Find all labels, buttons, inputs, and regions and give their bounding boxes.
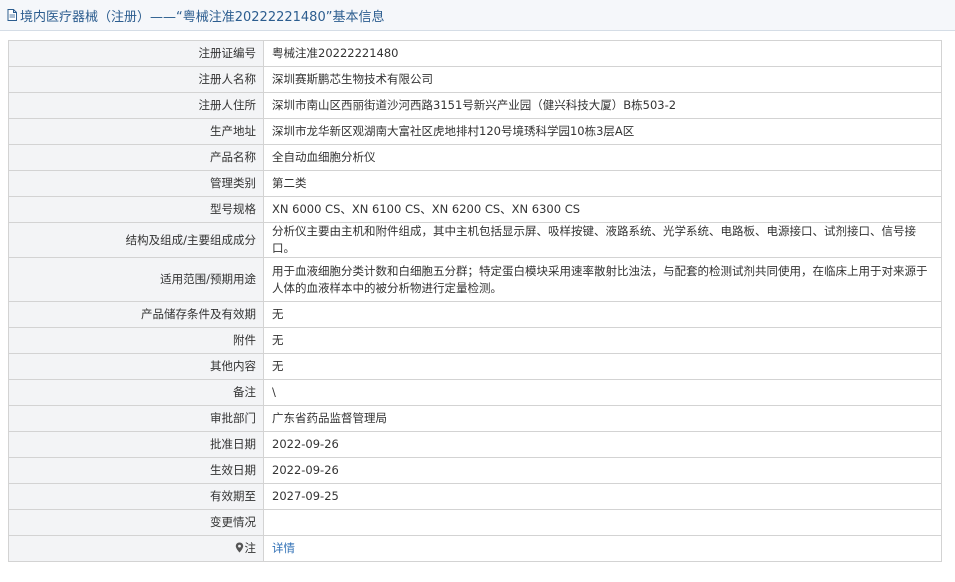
page-header: 境内医疗器械（注册）——“粤械注准20222221480”基本信息: [0, 0, 955, 31]
row-label: 批准日期: [8, 431, 264, 458]
table-row: 审批部门 广东省药品监督管理局: [8, 405, 942, 432]
row-label: 审批部门: [8, 405, 264, 432]
table-row: 管理类别 第二类: [8, 170, 942, 197]
page: 境内医疗器械（注册）——“粤械注准20222221480”基本信息 注册证编号 …: [0, 0, 955, 582]
table-row: 适用范围/预期用途 用于血液细胞分类计数和白细胞五分群；特定蛋白模块采用速率散射…: [8, 257, 942, 302]
row-label: 注册人名称: [8, 66, 264, 93]
row-value: 2022-09-26: [263, 431, 942, 458]
table-row: 产品储存条件及有效期 无: [8, 301, 942, 328]
row-value: 2022-09-26: [263, 457, 942, 484]
table-row: 注册人名称 深圳赛斯鹏芯生物技术有限公司: [8, 66, 942, 93]
table-row: 生产地址 深圳市龙华新区观湖南大富社区虎地排村120号境琇科学园10栋3层A区: [8, 118, 942, 145]
row-value: 深圳赛斯鹏芯生物技术有限公司: [263, 66, 942, 93]
page-title: 境内医疗器械（注册）——“粤械注准20222221480”基本信息: [20, 9, 385, 25]
row-value: 无: [263, 327, 942, 354]
row-value: 无: [263, 301, 942, 328]
row-value: 分析仪主要由主机和附件组成，其中主机包括显示屏、吸样按键、液路系统、光学系统、电…: [263, 222, 942, 258]
document-icon: [7, 9, 17, 21]
row-label: 结构及组成/主要组成成分: [8, 222, 264, 258]
row-value: 深圳市龙华新区观湖南大富社区虎地排村120号境琇科学园10栋3层A区: [263, 118, 942, 145]
table-row: 备注 \: [8, 379, 942, 406]
row-value: 深圳市南山区西丽街道沙河西路3151号新兴产业园（健兴科技大厦）B栋503-2: [263, 92, 942, 119]
row-value: 广东省药品监督管理局: [263, 405, 942, 432]
table-row: 批准日期 2022-09-26: [8, 431, 942, 458]
row-label: 管理类别: [8, 170, 264, 197]
row-value: [263, 509, 942, 536]
pin-icon: [235, 541, 244, 553]
table-row: 注册证编号 粤械注准20222221480: [8, 40, 942, 67]
row-value: XN 6000 CS、XN 6100 CS、XN 6200 CS、XN 6300…: [263, 196, 942, 223]
row-label: 注册人住所: [8, 92, 264, 119]
info-table: 注册证编号 粤械注准20222221480 注册人名称 深圳赛斯鹏芯生物技术有限…: [8, 40, 942, 562]
row-label: 其他内容: [8, 353, 264, 380]
table-row: 产品名称 全自动血细胞分析仪: [8, 144, 942, 171]
row-value: 第二类: [263, 170, 942, 197]
row-label: 适用范围/预期用途: [8, 257, 264, 302]
row-value: 粤械注准20222221480: [263, 40, 942, 67]
note-value-cell: 详情: [263, 535, 942, 562]
row-label: 有效期至: [8, 483, 264, 510]
row-label: 注册证编号: [8, 40, 264, 67]
row-label: 变更情况: [8, 509, 264, 536]
row-value: 无: [263, 353, 942, 380]
note-row: 注 详情: [8, 535, 942, 562]
details-link[interactable]: 详情: [272, 541, 295, 555]
row-label: 备注: [8, 379, 264, 406]
row-value: 用于血液细胞分类计数和白细胞五分群；特定蛋白模块采用速率散射比浊法，与配套的检测…: [263, 257, 942, 302]
row-label: 生效日期: [8, 457, 264, 484]
table-row: 型号规格 XN 6000 CS、XN 6100 CS、XN 6200 CS、XN…: [8, 196, 942, 223]
table-row: 结构及组成/主要组成成分 分析仪主要由主机和附件组成，其中主机包括显示屏、吸样按…: [8, 222, 942, 258]
table-row: 生效日期 2022-09-26: [8, 457, 942, 484]
row-label: 附件: [8, 327, 264, 354]
note-label: 注: [244, 541, 257, 555]
table-row: 注册人住所 深圳市南山区西丽街道沙河西路3151号新兴产业园（健兴科技大厦）B栋…: [8, 92, 942, 119]
row-value: 全自动血细胞分析仪: [263, 144, 942, 171]
table-row: 其他内容 无: [8, 353, 942, 380]
info-table-wrapper: 注册证编号 粤械注准20222221480 注册人名称 深圳赛斯鹏芯生物技术有限…: [8, 40, 942, 562]
note-label-cell: 注: [8, 535, 264, 562]
table-row: 变更情况: [8, 509, 942, 536]
row-label: 产品储存条件及有效期: [8, 301, 264, 328]
table-row: 有效期至 2027-09-25: [8, 483, 942, 510]
table-row: 附件 无: [8, 327, 942, 354]
row-label: 生产地址: [8, 118, 264, 145]
row-label: 产品名称: [8, 144, 264, 171]
row-value: 2027-09-25: [263, 483, 942, 510]
row-label: 型号规格: [8, 196, 264, 223]
row-value: \: [263, 379, 942, 406]
